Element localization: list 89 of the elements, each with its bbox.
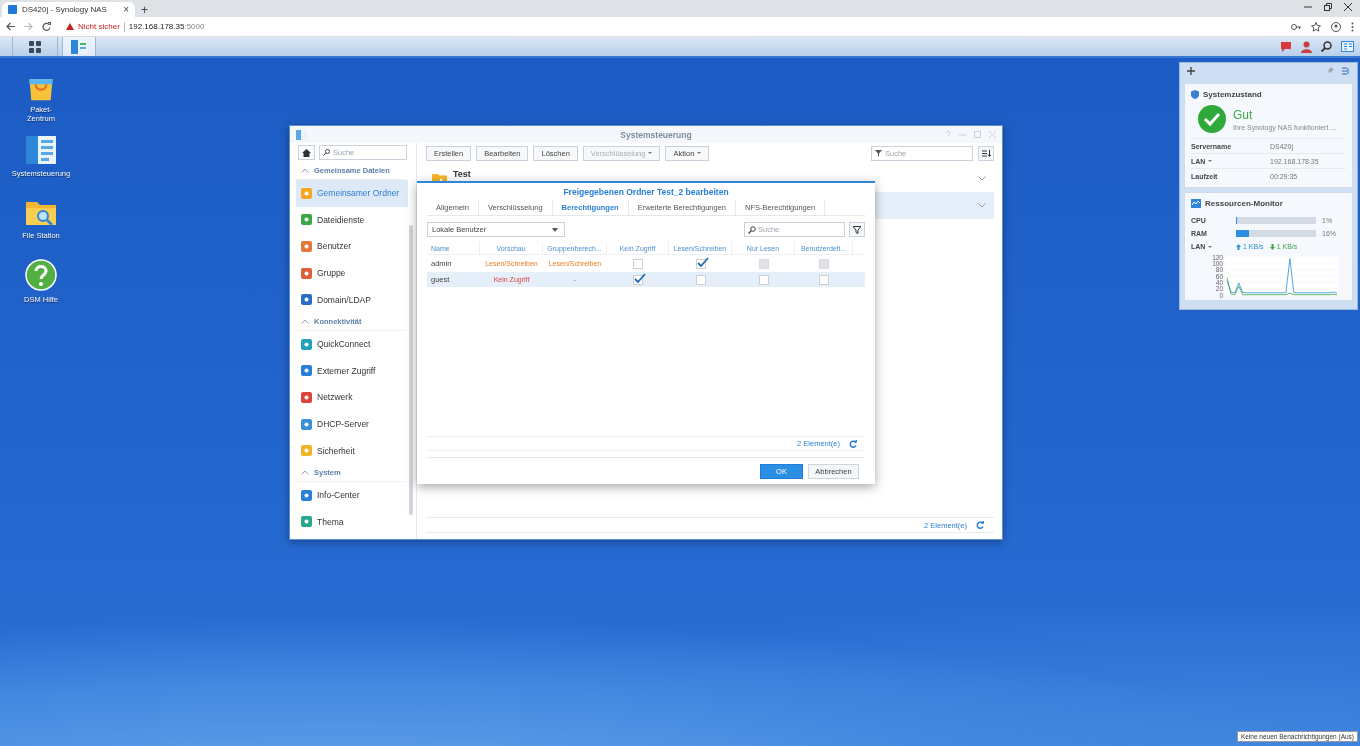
sidebar-item[interactable]: DHCP-Server — [296, 410, 408, 438]
checkbox[interactable] — [695, 274, 706, 285]
chat-icon[interactable] — [1280, 41, 1292, 52]
chevron-icon — [301, 469, 309, 475]
back-icon[interactable] — [6, 22, 15, 31]
sidebar-label: QuickConnect — [317, 339, 371, 350]
user-icon[interactable] — [1301, 40, 1312, 53]
chevron-icon — [978, 176, 986, 181]
sidebar-item[interactable]: Domain/LDAP — [296, 286, 408, 313]
sidebar-label: Domain/LDAP — [317, 294, 371, 305]
sidebar-label: Netzwerk — [317, 392, 353, 403]
caret-icon — [1208, 160, 1213, 162]
more-icon[interactable] — [1351, 21, 1354, 32]
security-warning: Nicht sicher — [78, 22, 120, 31]
sidebar-item[interactable]: Externer Zugriff — [296, 357, 408, 385]
caret-icon — [1208, 245, 1213, 248]
sidebar-label: Info-Center — [317, 490, 360, 501]
restore-icon[interactable] — [1324, 3, 1332, 11]
sidebar-item[interactable]: Gruppe — [296, 259, 408, 287]
checkbox[interactable] — [758, 274, 769, 285]
control-panel-icon — [296, 129, 307, 140]
sidebar-label: Sicherheit — [317, 445, 355, 456]
refresh-icon[interactable] — [976, 521, 984, 529]
control-panel-icon — [70, 39, 88, 54]
search-icon[interactable] — [1321, 41, 1332, 52]
download-icon — [1269, 243, 1275, 250]
home-icon — [302, 148, 311, 157]
sidebar-item[interactable]: Netzwerk — [296, 384, 408, 411]
window-title: Systemsteuerung — [619, 129, 693, 140]
sidebar-label: Externer Zugriff — [317, 365, 376, 376]
monitor-icon — [1191, 199, 1201, 208]
caret-icon — [697, 152, 702, 154]
sidebar-label: Gemeinsamer Ordner — [317, 188, 400, 199]
checkbox[interactable] — [695, 258, 706, 269]
minimize-icon[interactable] — [1304, 3, 1312, 11]
sidebar-item[interactable]: Gemeinsamer Ordner — [296, 180, 408, 207]
warning-icon — [66, 23, 74, 30]
check-circle-icon — [1197, 104, 1227, 134]
search-icon — [323, 149, 330, 156]
taskbar-button[interactable] — [12, 37, 58, 56]
card-title: Ressourcen-Monitor — [1205, 199, 1283, 208]
star-icon[interactable] — [1311, 21, 1321, 32]
sidebar-label: DHCP-Server — [317, 419, 369, 430]
refresh-icon[interactable] — [849, 439, 857, 448]
favicon-icon — [8, 5, 17, 14]
sidebar-item[interactable]: Sicherheit — [296, 437, 408, 464]
reload-icon[interactable] — [42, 22, 51, 31]
sidebar-label: Thema — [317, 516, 344, 527]
browser-tab[interactable]: DS420j - Synology NAS × — [2, 2, 135, 17]
sidebar-label: Gruppe — [317, 268, 346, 279]
sidebar-label: Benutzer — [317, 241, 352, 252]
sidebar-item[interactable]: Benutzer — [296, 233, 408, 260]
url-text[interactable]: 192.168.178.35:5000 — [128, 22, 205, 31]
new-tab-button[interactable]: + — [141, 3, 148, 17]
upload-icon — [1236, 243, 1241, 250]
taskbar-button[interactable] — [62, 37, 96, 56]
sidebar-item[interactable]: QuickConnect — [296, 330, 408, 358]
caret-icon — [552, 227, 558, 232]
filter-icon — [853, 225, 861, 234]
help-icon — [24, 258, 58, 292]
folder-name: Test — [453, 169, 471, 179]
sidebar-label: Dateidienste — [317, 214, 365, 225]
filter-icon — [875, 149, 882, 157]
card-title: Systemzustand — [1203, 90, 1262, 99]
widgets-icon[interactable] — [1341, 41, 1354, 52]
sort-icon — [981, 149, 991, 157]
control-panel-icon — [24, 134, 58, 166]
profile-icon[interactable] — [1331, 21, 1341, 32]
checkbox[interactable] — [819, 274, 829, 285]
chevron-icon — [978, 203, 986, 208]
filter-button[interactable] — [849, 222, 865, 237]
home-button[interactable] — [298, 145, 315, 160]
key-icon[interactable] — [1291, 21, 1301, 32]
grid-icon — [29, 40, 41, 53]
checkbox[interactable] — [633, 274, 643, 285]
add-icon[interactable] — [1187, 67, 1195, 75]
health-status: Gut — [1233, 107, 1254, 122]
search-icon — [748, 225, 756, 234]
checkbox[interactable] — [633, 258, 643, 269]
chevron-icon — [301, 318, 309, 324]
sidebar-item[interactable]: Info-Center — [296, 481, 408, 509]
close-tab-button[interactable]: × — [123, 4, 129, 15]
shield-icon — [1191, 90, 1199, 99]
chevron-icon — [301, 168, 309, 173]
caret-icon — [648, 152, 653, 154]
sort-button[interactable] — [978, 145, 994, 161]
sidebar-item[interactable]: Thema — [296, 508, 408, 536]
close-icon[interactable] — [1344, 3, 1352, 11]
sidebar-item[interactable]: Dateidienste — [296, 206, 408, 234]
